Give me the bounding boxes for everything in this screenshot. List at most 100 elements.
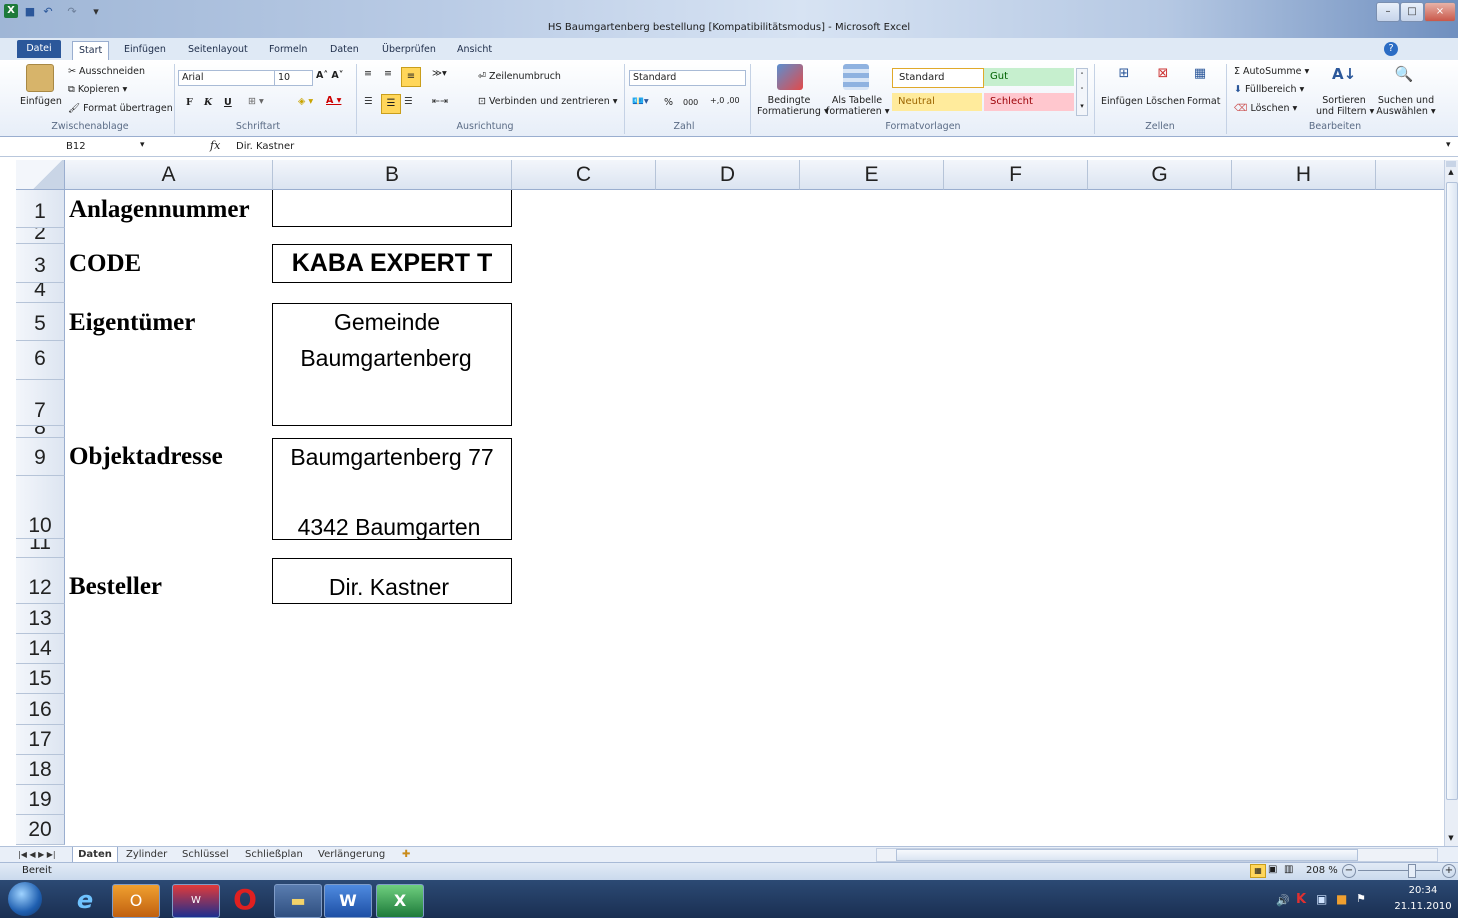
- insert-sheet-icon[interactable]: ✚: [402, 847, 410, 862]
- insert-cells-icon[interactable]: ⊞: [1114, 66, 1134, 82]
- style-neutral[interactable]: Neutral: [892, 93, 982, 111]
- horizontal-scroll-thumb[interactable]: [896, 849, 1358, 861]
- bold-button[interactable]: F: [186, 97, 193, 108]
- fill-color-icon[interactable]: ◈ ▾: [298, 96, 313, 107]
- format-painter-button[interactable]: 🖌 Format übertragen: [68, 103, 173, 114]
- style-standard[interactable]: Standard: [892, 68, 984, 88]
- app-shortcut-icon[interactable]: W: [172, 884, 220, 918]
- row-header[interactable]: 6: [16, 341, 65, 380]
- formula-input[interactable]: Dir. Kastner: [236, 140, 1436, 154]
- percent-button[interactable]: %: [664, 97, 673, 108]
- help-icon[interactable]: ?: [1384, 42, 1398, 56]
- paste-icon[interactable]: [26, 64, 54, 92]
- zoom-slider[interactable]: [1358, 870, 1440, 871]
- split-handle[interactable]: [1446, 161, 1456, 167]
- font-color-icon[interactable]: A ▾: [326, 95, 341, 106]
- minimize-button[interactable]: –: [1376, 2, 1400, 22]
- cell-a1[interactable]: Anlagennummer: [69, 196, 250, 224]
- cell-b6[interactable]: Baumgartenberg: [273, 345, 499, 372]
- grow-font-icon[interactable]: A˄ A˅: [316, 70, 344, 81]
- autosum-button[interactable]: Σ AutoSumme ▾: [1234, 66, 1309, 77]
- column-header-c[interactable]: C: [512, 160, 656, 190]
- insert-cells-button[interactable]: Einfügen: [1101, 96, 1143, 107]
- tab-seitenlayout[interactable]: Seitenlayout: [182, 41, 254, 59]
- tab-formeln[interactable]: Formeln: [263, 41, 313, 59]
- delete-cells-button[interactable]: Löschen: [1146, 96, 1185, 107]
- word-icon[interactable]: W: [324, 884, 372, 918]
- align-right-icon[interactable]: ☰: [404, 96, 413, 107]
- font-name-select[interactable]: Arial: [178, 70, 275, 86]
- view-layout-icon[interactable]: ▣: [1268, 864, 1277, 875]
- name-box-dropdown-icon[interactable]: ▾: [140, 140, 145, 150]
- paste-button[interactable]: Einfügen: [20, 96, 62, 107]
- column-header-f[interactable]: F: [944, 160, 1088, 190]
- sheet-tab-schliessplan[interactable]: Schließplan: [245, 847, 303, 862]
- cell-b5[interactable]: Gemeinde: [273, 309, 501, 336]
- cell-a9[interactable]: Objektadresse: [69, 443, 223, 471]
- find-select-icon[interactable]: 🔍: [1393, 66, 1415, 82]
- name-box[interactable]: B12: [66, 140, 138, 154]
- cell-b3[interactable]: KABA EXPERT T: [273, 249, 511, 278]
- border-icon[interactable]: ⊞ ▾: [248, 96, 264, 107]
- tray-volume-icon[interactable]: 🔊: [1276, 894, 1290, 907]
- column-header-g[interactable]: G: [1088, 160, 1232, 190]
- cell-a3[interactable]: CODE: [69, 250, 141, 278]
- styles-scroll[interactable]: ˄ ˅ ▾: [1076, 68, 1088, 116]
- clock-time[interactable]: 20:34: [1400, 885, 1446, 896]
- indent-icon[interactable]: ⇤⇥: [432, 96, 448, 107]
- delete-cells-icon[interactable]: ⊠: [1153, 66, 1173, 82]
- select-all-corner[interactable]: [16, 160, 65, 190]
- align-middle-icon[interactable]: ≡: [384, 68, 392, 79]
- thousands-button[interactable]: 000: [683, 98, 698, 107]
- view-normal-icon[interactable]: ▦: [1250, 864, 1266, 878]
- excel-app-icon[interactable]: X: [4, 4, 18, 18]
- format-cells-icon[interactable]: ▦: [1190, 66, 1210, 82]
- opera-icon[interactable]: O: [222, 884, 268, 916]
- sort-filter-icon[interactable]: A↓: [1332, 66, 1356, 82]
- italic-button[interactable]: K: [204, 97, 212, 108]
- row-header[interactable]: 1: [16, 190, 65, 228]
- scroll-up-icon[interactable]: ▲: [1446, 168, 1456, 176]
- row-header[interactable]: 20: [16, 815, 65, 845]
- tray-outlook-icon[interactable]: ■: [1336, 892, 1347, 906]
- wrap-text-button[interactable]: ⏎ Zeilenumbruch: [478, 71, 561, 82]
- copy-button[interactable]: ⧉ Kopieren ▾: [68, 84, 127, 95]
- tab-einfuegen[interactable]: Einfügen: [118, 41, 172, 59]
- outlook-icon[interactable]: O: [112, 884, 160, 918]
- column-header-partial[interactable]: [1376, 160, 1445, 190]
- align-left-icon[interactable]: ☰: [364, 96, 373, 107]
- redo-icon[interactable]: ↷: [64, 4, 80, 20]
- fill-button[interactable]: ⬇ Füllbereich ▾: [1234, 84, 1304, 95]
- row-header[interactable]: 18: [16, 755, 65, 785]
- start-orb-icon[interactable]: [8, 882, 42, 916]
- tab-ansicht[interactable]: Ansicht: [451, 41, 498, 59]
- explorer-folder-icon[interactable]: ▬: [274, 884, 322, 918]
- cut-button[interactable]: ✂ Ausschneiden: [68, 66, 145, 77]
- cell-a5[interactable]: Eigentümer: [69, 309, 195, 337]
- sheet-tab-zylinder[interactable]: Zylinder: [126, 847, 167, 862]
- row-header[interactable]: 16: [16, 694, 65, 725]
- row-header[interactable]: 5: [16, 303, 65, 341]
- view-pagebreak-icon[interactable]: ▥: [1284, 864, 1293, 875]
- zoom-slider-thumb[interactable]: [1408, 864, 1416, 878]
- insert-function-icon[interactable]: fx: [210, 139, 220, 152]
- tab-datei[interactable]: Datei: [17, 40, 61, 58]
- row-header[interactable]: 14: [16, 634, 65, 664]
- internet-explorer-icon[interactable]: e: [62, 884, 108, 916]
- row-header[interactable]: 15: [16, 664, 65, 694]
- underline-button[interactable]: U: [224, 97, 232, 108]
- sheet-tab-schluessel[interactable]: Schlüssel: [182, 847, 229, 862]
- sort-filter-button[interactable]: Sortieren und Filtern ▾: [1316, 95, 1374, 117]
- find-select-button[interactable]: Suchen und Auswählen ▾: [1376, 95, 1436, 117]
- cell-b9[interactable]: Baumgartenberg 77: [273, 444, 511, 471]
- cell-b10[interactable]: 4342 Baumgarten: [273, 514, 505, 541]
- zoom-in-icon[interactable]: +: [1442, 864, 1456, 878]
- format-as-table-icon[interactable]: [843, 64, 869, 90]
- scroll-thumb[interactable]: [1446, 182, 1458, 800]
- format-cells-button[interactable]: Format: [1187, 96, 1220, 107]
- column-header-h[interactable]: H: [1232, 160, 1376, 190]
- cell-b1[interactable]: [272, 190, 512, 227]
- style-schlecht[interactable]: Schlecht: [984, 93, 1074, 111]
- cell-a12[interactable]: Besteller: [69, 573, 162, 601]
- tab-ueberpruefen[interactable]: Überprüfen: [376, 41, 442, 59]
